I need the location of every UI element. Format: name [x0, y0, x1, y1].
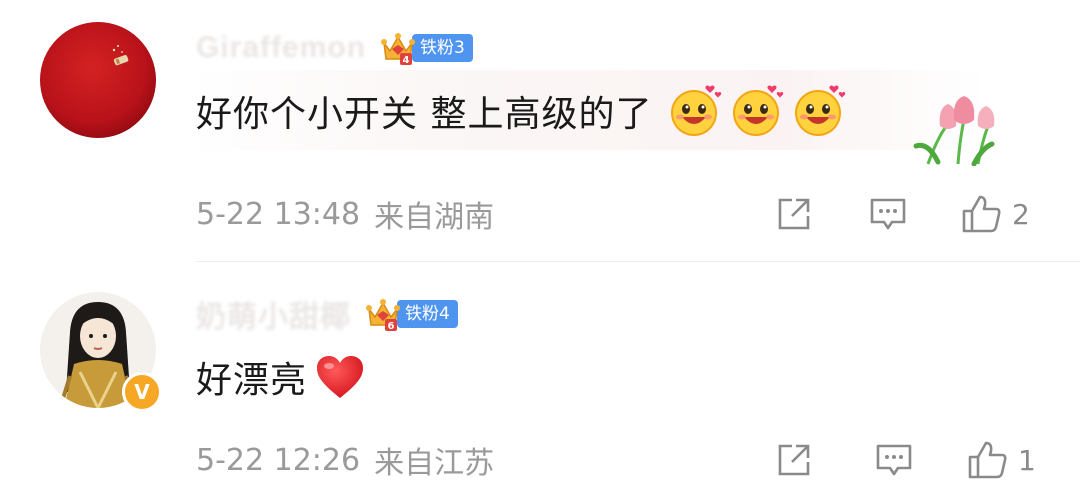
comment-item: Giraffemon 4 铁粉3 好你个小开关 整上高级的了 5-22 13:4…	[0, 0, 1080, 262]
verified-badge: V	[122, 372, 162, 412]
reply-button[interactable]	[868, 194, 908, 234]
blushing-grin-emoji	[733, 85, 784, 136]
thumbs-up-icon	[968, 441, 1007, 479]
like-button[interactable]: 1	[966, 440, 1036, 480]
crown-icon: 4	[380, 31, 416, 66]
timestamp: 5-22 13:48	[196, 196, 361, 232]
tulip-sticker-icon	[913, 96, 995, 166]
comment-content: 好你个小开关 整上高级的了	[196, 78, 848, 144]
timestamp: 5-22 12:26	[196, 442, 361, 478]
username[interactable]: Giraffemon	[196, 31, 366, 65]
comment-text: 好漂亮	[196, 360, 308, 401]
like-button[interactable]: 2	[960, 194, 1030, 234]
blushing-grin-emoji	[795, 85, 846, 136]
reply-button[interactable]	[874, 440, 914, 480]
share-button[interactable]	[774, 194, 814, 234]
fan-level: 4	[403, 55, 410, 65]
location: 来自江苏	[374, 446, 495, 481]
comment-meta: 5-22 13:48 来自湖南 2	[196, 194, 1080, 235]
like-count: 2	[1012, 197, 1030, 231]
fan-badge[interactable]: 4 铁粉3	[380, 31, 473, 66]
comment-text: 好你个小开关 整上高级的了	[196, 94, 653, 135]
share-button[interactable]	[774, 440, 814, 480]
like-count: 1	[1018, 443, 1036, 477]
fan-badge[interactable]: 6 铁粉4	[365, 297, 458, 332]
user-row: Giraffemon 4 铁粉3	[196, 28, 473, 68]
fan-badge-label: 铁粉3	[412, 34, 473, 62]
share-icon	[778, 198, 810, 230]
username[interactable]: 奶萌小甜椰	[196, 292, 351, 336]
avatar[interactable]	[40, 22, 156, 138]
location: 来自湖南	[374, 200, 495, 235]
user-row: 奶萌小甜椰 6 铁粉4	[196, 294, 458, 334]
comment-content: 好漂亮	[196, 344, 365, 410]
fan-level: 6	[388, 321, 395, 331]
share-icon	[778, 444, 810, 476]
red-heart-emoji	[317, 356, 364, 398]
comment-meta: 5-22 12:26 来自江苏 1	[196, 440, 1080, 481]
fan-badge-label: 铁粉4	[397, 300, 458, 328]
blushing-grin-emoji	[671, 85, 722, 136]
comment-item: V 奶萌小甜椰 6 铁粉4 好漂亮 5-22 12:26 来自江苏 1	[0, 262, 1080, 489]
comment-icon	[870, 198, 906, 230]
crown-icon: 6	[365, 297, 401, 332]
comment-icon	[876, 444, 912, 476]
thumbs-up-icon	[962, 195, 1001, 233]
comment-list: Giraffemon 4 铁粉3 好你个小开关 整上高级的了 5-22 13:4…	[0, 0, 1080, 489]
